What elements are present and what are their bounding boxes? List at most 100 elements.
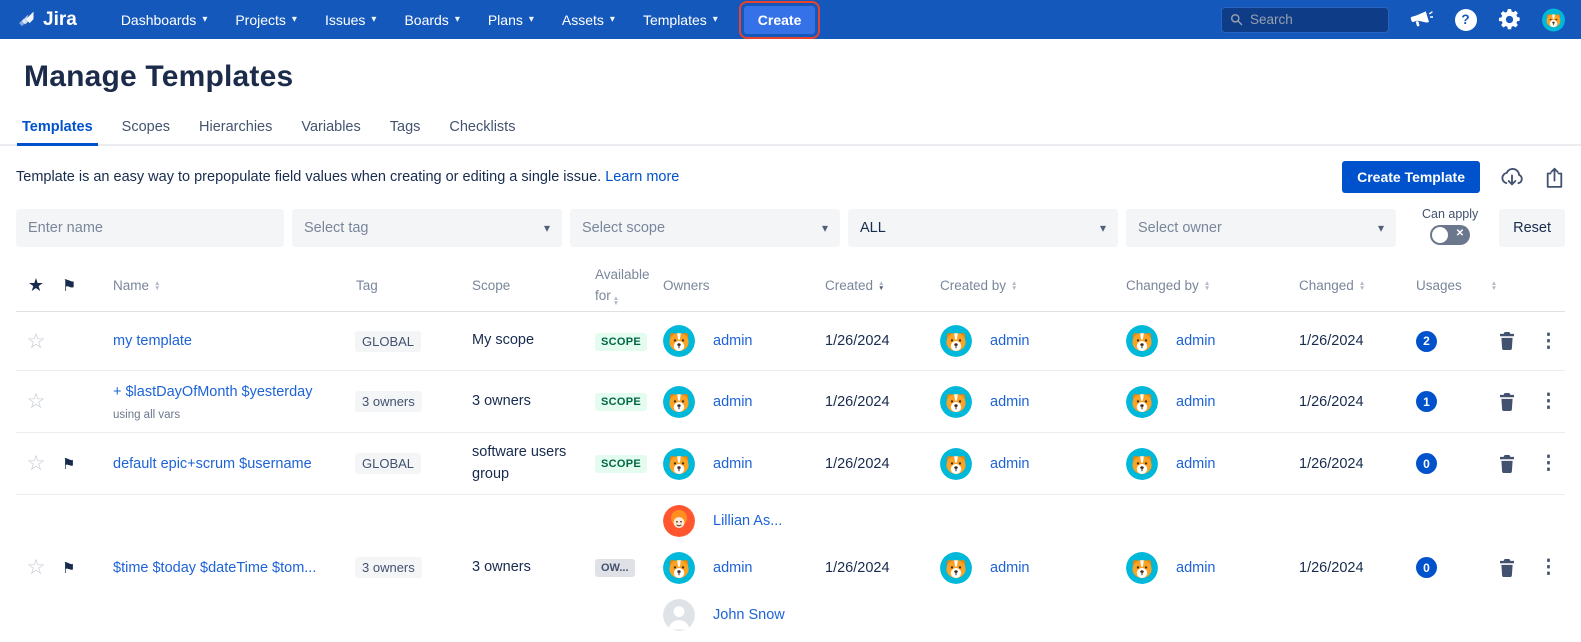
kebab-menu-icon[interactable]: ⋮ <box>1539 556 1558 579</box>
header-created-by[interactable]: Created by ▲ ▼ <box>934 278 1119 293</box>
owner-link[interactable]: admin <box>713 560 753 576</box>
nav-item-assets[interactable]: Assets ▾ <box>552 7 625 33</box>
settings-gear-icon[interactable] <box>1498 8 1521 31</box>
tab-templates[interactable]: Templates <box>17 113 98 146</box>
import-cloud-download-icon[interactable] <box>1499 165 1525 189</box>
changed-by-link[interactable]: admin <box>1176 333 1216 349</box>
chevron-down-icon: ▾ <box>1377 221 1384 235</box>
changed-date: 1/26/2024 <box>1299 455 1364 472</box>
nav-item-plans[interactable]: Plans ▾ <box>478 7 544 33</box>
owner-avatar <box>663 505 695 537</box>
available-for-badge: SCOPE <box>595 455 648 473</box>
name-filter-input[interactable] <box>28 220 272 236</box>
jira-logo-icon <box>16 9 37 30</box>
sort-icon: ▲ ▼ <box>1203 279 1211 292</box>
learn-more-link[interactable]: Learn more <box>605 169 679 185</box>
changed-by-link[interactable]: admin <box>1176 456 1216 472</box>
owner-link[interactable]: Lillian As... <box>713 513 782 529</box>
chevron-down-icon: ▾ <box>712 14 718 25</box>
can-apply-toggle[interactable]: ✕ <box>1430 225 1471 245</box>
chevron-down-icon: ▾ <box>543 221 550 235</box>
filter-bar: Select tag▾ Select scope▾ ALL▾ Select ow… <box>0 207 1581 247</box>
flag-header-icon[interactable]: ⚑ <box>62 276 100 296</box>
star-icon[interactable]: ☆ <box>27 451 46 476</box>
create-template-button[interactable]: Create Template <box>1342 161 1480 193</box>
delete-trash-icon[interactable] <box>1499 559 1515 577</box>
created-date: 1/26/2024 <box>825 393 890 410</box>
scope-value: software users group <box>472 444 567 482</box>
reset-button[interactable]: Reset <box>1499 209 1565 247</box>
usages-badge: 0 <box>1416 453 1437 474</box>
template-name-link[interactable]: $time $today $dateTime $tom... <box>113 560 316 576</box>
export-icon[interactable] <box>1544 166 1565 189</box>
header-name[interactable]: Name ▲ ▼ <box>100 278 348 293</box>
created-by-link[interactable]: admin <box>990 394 1030 410</box>
flag-icon[interactable]: ⚑ <box>62 559 100 577</box>
star-icon[interactable]: ☆ <box>27 389 46 414</box>
usages-badge: 0 <box>1416 557 1437 578</box>
owner-link[interactable]: admin <box>713 394 753 410</box>
owner-avatar <box>663 386 695 418</box>
created-by-link[interactable]: admin <box>990 560 1030 576</box>
tab-scopes[interactable]: Scopes <box>121 113 171 144</box>
nav-search[interactable] <box>1221 6 1389 33</box>
flag-icon[interactable]: ⚑ <box>62 455 100 473</box>
changed-by-link[interactable]: admin <box>1176 394 1216 410</box>
delete-trash-icon[interactable] <box>1499 332 1515 350</box>
tab-tags[interactable]: Tags <box>389 113 422 144</box>
created-by-avatar <box>940 386 972 418</box>
templates-table: ★ ⚑ Name ▲ ▼ Tag Scope Available for ▲ ▼ Own… <box>0 260 1581 640</box>
header-created[interactable]: Created ▲ ▼ <box>820 278 934 293</box>
template-name-link[interactable]: my template <box>113 333 192 349</box>
kebab-menu-icon[interactable]: ⋮ <box>1539 390 1558 413</box>
header-scope: Scope <box>472 278 511 293</box>
owner-link[interactable]: John Snow <box>713 607 785 623</box>
nav-item-templates[interactable]: Templates ▾ <box>633 7 728 33</box>
delete-trash-icon[interactable] <box>1499 393 1515 411</box>
kebab-menu-icon[interactable]: ⋮ <box>1539 452 1558 475</box>
header-changed-by[interactable]: Changed by ▲ ▼ <box>1119 278 1299 293</box>
delete-trash-icon[interactable] <box>1499 455 1515 473</box>
nav-item-dashboards[interactable]: Dashboards ▾ <box>111 7 218 33</box>
changed-by-avatar <box>1126 386 1158 418</box>
chevron-down-icon: ▾ <box>454 14 460 25</box>
template-name-link[interactable]: + $lastDayOfMonth $yesterday <box>113 384 312 400</box>
create-button[interactable]: Create <box>738 0 821 39</box>
scope-filter-select[interactable]: Select scope ▾ <box>570 209 840 247</box>
nav-item-projects[interactable]: Projects ▾ <box>225 7 307 33</box>
nav-item-issues[interactable]: Issues ▾ <box>315 7 387 33</box>
owner-link[interactable]: admin <box>713 456 753 472</box>
nav-item-boards[interactable]: Boards ▾ <box>394 7 469 33</box>
table-row: ☆ my template GLOBAL My scope SCOPE admi… <box>16 312 1565 371</box>
announcements-icon[interactable] <box>1410 8 1433 31</box>
chevron-down-icon: ▾ <box>371 14 377 25</box>
project-filter-select[interactable]: ALL ▾ <box>848 209 1118 247</box>
toggle-knob <box>1432 227 1449 243</box>
owner-link[interactable]: admin <box>713 333 753 349</box>
available-for-badge: SCOPE <box>595 393 648 411</box>
star-header-icon[interactable]: ★ <box>28 275 44 296</box>
tab-variables[interactable]: Variables <box>300 113 361 144</box>
header-changed[interactable]: Changed ▲ ▼ <box>1299 278 1406 293</box>
help-icon[interactable]: ? <box>1454 8 1477 31</box>
kebab-menu-icon[interactable]: ⋮ <box>1539 330 1558 353</box>
jira-logo[interactable]: Jira <box>16 9 77 31</box>
search-input[interactable] <box>1250 12 1380 27</box>
created-by-link[interactable]: admin <box>990 456 1030 472</box>
owner-avatar <box>663 599 695 631</box>
header-available-for[interactable]: Available for ▲ ▼ <box>595 265 655 306</box>
header-usages[interactable]: Usages ▲ ▼ <box>1406 278 1497 293</box>
created-by-link[interactable]: admin <box>990 333 1030 349</box>
table-header: ★ ⚑ Name ▲ ▼ Tag Scope Available for ▲ ▼ Own… <box>16 260 1565 312</box>
changed-by-link[interactable]: admin <box>1176 560 1216 576</box>
template-name-link[interactable]: default epic+scrum $username <box>113 456 312 472</box>
user-avatar[interactable] <box>1542 8 1565 31</box>
chevron-down-icon: ▾ <box>528 14 534 25</box>
star-icon[interactable]: ☆ <box>27 329 46 354</box>
changed-by-avatar <box>1126 448 1158 480</box>
tab-hierarchies[interactable]: Hierarchies <box>198 113 273 144</box>
tab-checklists[interactable]: Checklists <box>448 113 516 144</box>
star-icon[interactable]: ☆ <box>27 555 46 580</box>
tag-filter-select[interactable]: Select tag ▾ <box>292 209 562 247</box>
owner-filter-select[interactable]: Select owner ▾ <box>1126 209 1396 247</box>
